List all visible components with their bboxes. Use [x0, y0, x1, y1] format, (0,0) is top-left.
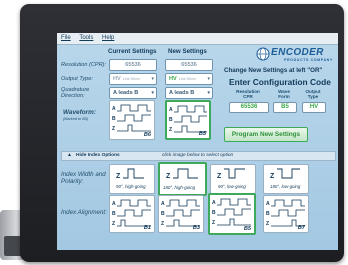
- index-options-hint: click image below to select option: [162, 153, 234, 158]
- svg-text:Z: Z: [270, 173, 275, 180]
- globe-icon: [256, 47, 270, 61]
- index-alignment-option-b3[interactable]: A B Z B3: [158, 195, 204, 233]
- current-output-type-value: HV: [113, 76, 121, 82]
- tablet-device: File Tools Help Current Settings New Set…: [20, 4, 344, 262]
- alignment-tag-b7: B7: [297, 225, 305, 231]
- svg-text:B: B: [112, 116, 116, 122]
- new-output-type-select[interactable]: HV Line Driver ▾: [165, 73, 213, 85]
- logo-name: ENCODER: [271, 47, 324, 58]
- menu-help[interactable]: Help: [102, 35, 114, 41]
- chevron-down-icon[interactable]: ▾: [207, 74, 210, 84]
- index-options-bar[interactable]: ▲ Hide Index Options click image below t…: [61, 151, 336, 161]
- svg-text:B: B: [212, 210, 216, 216]
- index-width-label: Index Width and Polarity:: [61, 171, 106, 185]
- svg-text:B: B: [169, 117, 173, 123]
- index-width-caption-2: 180°, high-going: [163, 185, 196, 190]
- program-new-settings-button[interactable]: Program New Settings: [224, 127, 308, 142]
- new-quadrature-value: A leads B: [169, 90, 195, 96]
- new-waveform-tag: B5: [198, 131, 206, 137]
- new-quadrature-select[interactable]: A leads B ▾: [165, 87, 213, 99]
- current-settings-header: Current Settings: [108, 48, 157, 55]
- svg-text:B: B: [266, 211, 270, 217]
- current-waveform-image: A B Z B6: [109, 100, 155, 140]
- index-width-option-3[interactable]: Z 90°, low-going: [210, 164, 256, 194]
- change-settings-text: Change New Settings at left "OR": [224, 67, 323, 74]
- index-width-option-4[interactable]: Z 180°, low-going: [263, 164, 309, 194]
- chevron-down-icon[interactable]: ▾: [207, 88, 210, 98]
- svg-text:Z: Z: [217, 173, 222, 180]
- current-output-type-sub: Line Driver: [122, 77, 141, 81]
- new-settings-header: New Settings: [168, 48, 207, 55]
- menu-bar: File Tools Help: [57, 33, 338, 45]
- svg-text:A: A: [112, 106, 116, 112]
- config-header-output: Output Type: [305, 89, 321, 99]
- waveform-sublabel: (Marked to B5): [63, 117, 89, 121]
- config-output-field[interactable]: HV: [302, 102, 326, 113]
- svg-text:Z: Z: [212, 220, 215, 226]
- svg-text:B: B: [161, 211, 165, 217]
- output-type-label: Output Type:: [61, 76, 93, 82]
- menu-file[interactable]: File: [61, 35, 71, 41]
- index-width-caption-1: 90°, high-going: [116, 184, 146, 189]
- waveform-label: Waveform:: [63, 109, 96, 116]
- logo-sub: PRODUCTS COMPANY: [284, 58, 333, 62]
- hide-index-options-link[interactable]: Hide Index Options: [76, 152, 120, 160]
- current-quadrature-value: A leads B: [113, 90, 139, 96]
- alignment-tag-b3: B3: [192, 225, 200, 231]
- index-width-caption-3: 90°, low-going: [218, 184, 246, 189]
- svg-text:Z: Z: [116, 173, 121, 180]
- config-waveform-field[interactable]: B5: [273, 102, 297, 113]
- new-output-type-sub: Line Driver: [178, 77, 197, 81]
- svg-text:A: A: [112, 201, 116, 207]
- svg-text:Z: Z: [161, 221, 164, 227]
- triangle-up-icon[interactable]: ▲: [67, 152, 72, 158]
- new-resolution-field[interactable]: 65536: [165, 59, 213, 71]
- resolution-label: Resolution (CPR):: [61, 62, 107, 68]
- current-resolution-field: 65536: [109, 59, 157, 71]
- chevron-down-icon: ▾: [151, 76, 154, 82]
- svg-text:B: B: [112, 211, 116, 217]
- menu-tools[interactable]: Tools: [79, 35, 93, 41]
- alignment-tag-b5: B5: [243, 226, 251, 232]
- config-header-waveform: Wave Form: [278, 89, 290, 99]
- current-output-type-select: HV Line Driver ▾: [109, 73, 157, 85]
- config-title: Enter Configuration Code: [229, 77, 331, 87]
- index-width-option-1[interactable]: Z 90°, high-going: [109, 164, 155, 194]
- current-waveform-tag: B6: [143, 132, 151, 138]
- index-width-caption-4: 180°, low-going: [270, 184, 301, 189]
- alignment-tag-b1: B1: [143, 225, 151, 231]
- current-quadrature-select: A leads B ▾: [109, 87, 157, 99]
- chevron-down-icon: ▾: [151, 90, 154, 96]
- svg-text:A: A: [212, 200, 216, 206]
- svg-text:Z: Z: [112, 126, 115, 132]
- new-output-type-value: HV: [169, 76, 177, 82]
- index-alignment-option-b7[interactable]: A B Z B7: [263, 195, 309, 233]
- svg-text:Z: Z: [169, 127, 172, 133]
- svg-text:A: A: [169, 107, 173, 113]
- index-width-option-2[interactable]: Z 180°, high-going: [158, 162, 207, 196]
- config-resolution-field[interactable]: 65536: [229, 102, 269, 113]
- new-waveform-image[interactable]: A B Z B5: [165, 100, 211, 140]
- svg-text:A: A: [266, 201, 270, 207]
- svg-text:Z: Z: [266, 221, 269, 227]
- index-alignment-option-b1[interactable]: A B Z B1: [109, 195, 155, 233]
- svg-text:Z: Z: [166, 173, 171, 180]
- index-alignment-option-b5[interactable]: A B Z B5: [208, 193, 256, 235]
- app-screen: File Tools Help Current Settings New Set…: [57, 33, 338, 250]
- company-logo: ENCODER PRODUCTS COMPANY: [256, 45, 336, 65]
- config-header-resolution: Resolution CPR: [236, 89, 260, 99]
- svg-text:A: A: [161, 201, 165, 207]
- svg-text:Z: Z: [112, 221, 115, 227]
- quadrature-label: Quadrature Direction:: [61, 87, 90, 99]
- index-alignment-label: Index Alignment:: [61, 209, 107, 216]
